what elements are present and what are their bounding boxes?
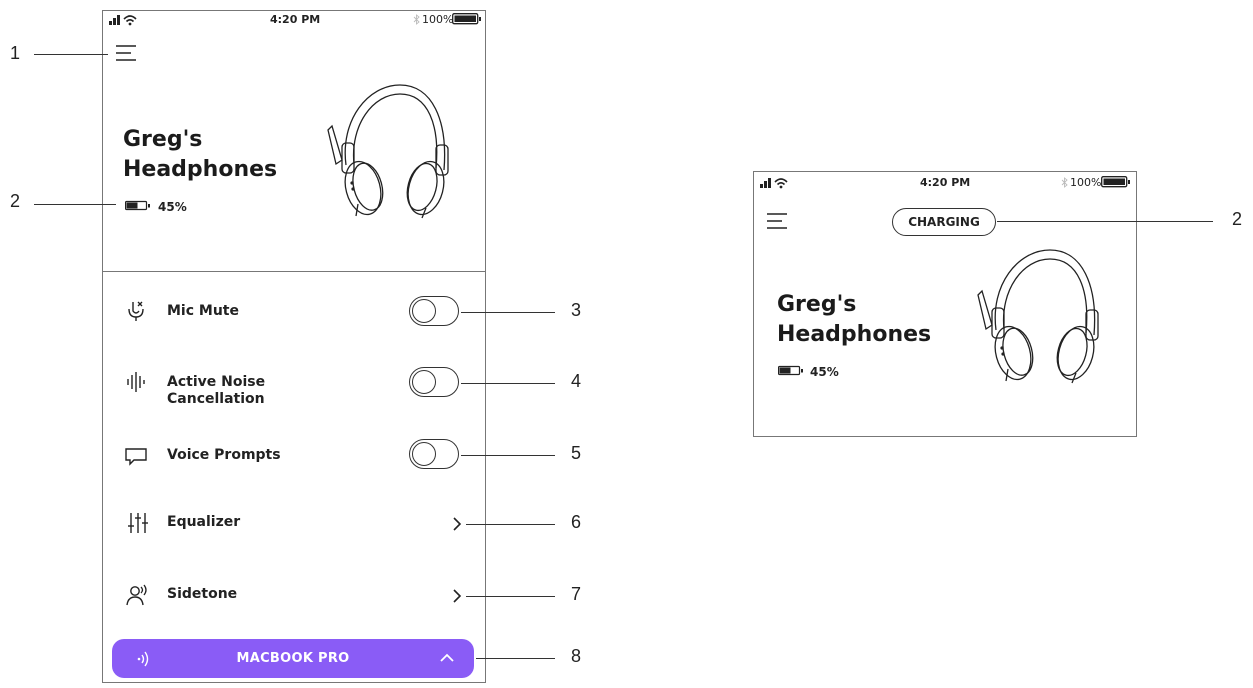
- callout-number-2-charging: 2: [1232, 209, 1243, 229]
- sidetone-label: Sidetone: [167, 586, 238, 602]
- toggle-knob: [412, 370, 436, 394]
- charging-status-pill: CHARGING: [892, 208, 996, 236]
- mic-mute-label: Mic Mute: [167, 303, 239, 319]
- status-battery-percent: 100%: [1070, 176, 1102, 189]
- anc-label-line1: Active Noise: [167, 374, 266, 390]
- phone-battery-icon: [1101, 176, 1130, 188]
- callout-line-2: [34, 204, 116, 205]
- battery-half-icon: [778, 365, 803, 376]
- section-divider: [102, 271, 486, 272]
- equalizer-chevron-right-icon[interactable]: [451, 517, 463, 531]
- bluetooth-icon: [413, 14, 420, 25]
- voice-prompts-icon: [125, 448, 147, 466]
- status-time: 4:20 PM: [920, 176, 971, 189]
- sidetone-chevron-right-icon[interactable]: [451, 589, 463, 603]
- callout-number-2: 2: [10, 191, 21, 211]
- toggle-knob: [412, 442, 436, 466]
- sidetone-icon: [126, 584, 147, 606]
- device-name-line2: Headphones: [777, 322, 932, 347]
- headphones-image: [977, 249, 1099, 384]
- toggle-knob: [412, 299, 436, 323]
- callout-number-5: 5: [571, 443, 582, 463]
- signal-wifi-icon: [109, 15, 137, 26]
- equalizer-label: Equalizer: [167, 514, 241, 530]
- anc-toggle[interactable]: [409, 367, 459, 397]
- device-battery-level: 45%: [810, 365, 839, 379]
- callout-number-7: 7: [571, 584, 582, 604]
- signal-wifi-icon: [760, 178, 788, 189]
- callout-number-8: 8: [571, 646, 582, 666]
- device-name-line1: Greg's: [777, 292, 857, 317]
- noise-cancellation-icon: [127, 372, 145, 392]
- connected-device-label: MACBOOK PRO: [236, 651, 350, 666]
- bluetooth-icon: [1061, 177, 1068, 188]
- chevron-up-icon[interactable]: [439, 652, 455, 664]
- voice-prompts-toggle[interactable]: [409, 439, 459, 469]
- callout-line-2-charging: [997, 221, 1213, 222]
- callout-number-4: 4: [571, 371, 582, 391]
- menu-icon[interactable]: [116, 44, 138, 62]
- callout-line-1: [34, 54, 108, 55]
- device-battery-level: 45%: [158, 200, 187, 214]
- headphones-image: [327, 84, 449, 219]
- equalizer-icon: [128, 513, 148, 533]
- callout-line-3: [461, 312, 555, 313]
- mic-mute-toggle[interactable]: [409, 296, 459, 326]
- callout-line-7: [466, 596, 555, 597]
- callout-number-6: 6: [571, 512, 582, 532]
- callout-line-6: [466, 524, 555, 525]
- battery-half-icon: [125, 200, 150, 211]
- callout-number-1: 1: [10, 43, 21, 63]
- callout-line-5: [461, 455, 555, 456]
- anc-label-line2: Cancellation: [167, 391, 265, 407]
- callout-line-8: [476, 658, 555, 659]
- connected-device-bar[interactable]: MACBOOK PRO: [112, 639, 474, 678]
- phone-battery-icon: [452, 13, 481, 25]
- device-name-line1: Greg's: [123, 127, 203, 152]
- callout-number-3: 3: [571, 300, 582, 320]
- status-battery-percent: 100%: [422, 13, 454, 26]
- menu-icon[interactable]: [767, 212, 789, 230]
- device-name-line2: Headphones: [123, 157, 278, 182]
- status-time: 4:20 PM: [270, 13, 321, 26]
- callout-line-4: [461, 383, 555, 384]
- voice-prompts-label: Voice Prompts: [167, 447, 281, 463]
- mic-mute-icon: [128, 301, 144, 321]
